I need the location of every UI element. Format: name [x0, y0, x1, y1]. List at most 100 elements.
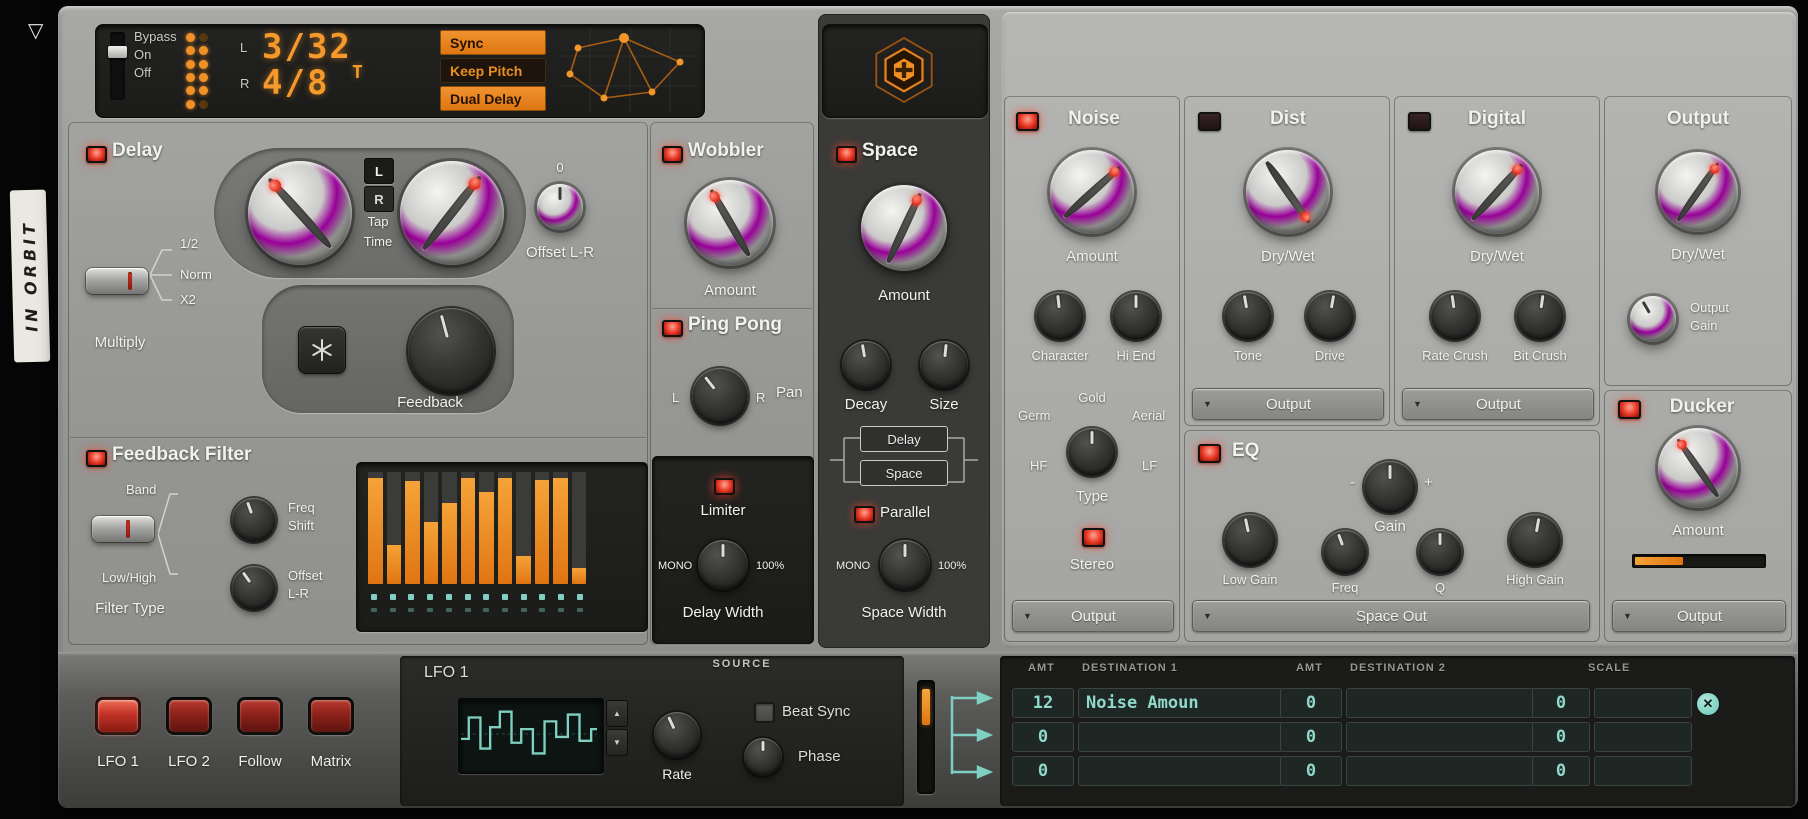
- eq-freq-knob[interactable]: [1323, 530, 1367, 574]
- space-size-knob[interactable]: [920, 341, 968, 389]
- feedback-knob[interactable]: [408, 308, 494, 394]
- feedback-filter-led[interactable]: [86, 450, 107, 467]
- limiter-led[interactable]: [714, 478, 735, 495]
- freq-shift-label-2: Shift: [288, 518, 314, 533]
- matrix-cell-scale-curve[interactable]: [1594, 688, 1692, 718]
- matrix-cell-scale-val[interactable]: 0: [1532, 722, 1590, 752]
- lfo-panel-title: LFO 1: [424, 664, 468, 682]
- drive-knob[interactable]: [1306, 292, 1354, 340]
- collapse-triangle-icon[interactable]: ▽: [28, 18, 43, 43]
- output-drywet-knob[interactable]: [1658, 152, 1738, 232]
- tap-left-button[interactable]: L: [364, 158, 394, 184]
- space-width-knob[interactable]: [880, 540, 930, 590]
- delay-width-max: 100%: [756, 560, 784, 572]
- beat-sync-checkbox[interactable]: [754, 702, 775, 723]
- tab-matrix[interactable]: [308, 697, 354, 735]
- dual-delay-button[interactable]: Dual Delay: [440, 86, 546, 111]
- delay-time-right-knob[interactable]: [400, 161, 504, 265]
- low-gain-knob[interactable]: [1224, 514, 1276, 566]
- eq-q-knob[interactable]: [1418, 530, 1462, 574]
- display-right-value[interactable]: 4/8: [262, 63, 329, 103]
- noise-output-dropdown[interactable]: ▼ Output: [1012, 600, 1174, 632]
- wobbler-led[interactable]: [662, 146, 683, 163]
- stereo-led[interactable]: [1082, 528, 1105, 547]
- display-left-value[interactable]: 3/32: [262, 27, 352, 67]
- matrix-clear-button[interactable]: ✕: [1696, 692, 1720, 716]
- matrix-cell-scale-val[interactable]: 0: [1532, 688, 1590, 718]
- noise-led[interactable]: [1016, 112, 1039, 131]
- delay-width-knob[interactable]: [698, 540, 748, 590]
- parallel-led[interactable]: [854, 506, 875, 523]
- noise-amount-knob[interactable]: [1050, 150, 1134, 234]
- lfo-waveform-display[interactable]: [458, 698, 604, 774]
- space-out-dropdown[interactable]: ▼ Space Out: [1192, 600, 1590, 632]
- matrix-cell-amt1[interactable]: 0: [1012, 722, 1074, 752]
- matrix-cell-amt1[interactable]: 12: [1012, 688, 1074, 718]
- tab-lfo2[interactable]: [166, 697, 212, 735]
- digital-output-dropdown[interactable]: ▼ Output: [1402, 388, 1594, 420]
- ducker-amount-knob[interactable]: [1658, 428, 1738, 508]
- high-gain-knob[interactable]: [1509, 514, 1561, 566]
- matrix-cell-amt2[interactable]: 0: [1280, 756, 1342, 786]
- eq-gain-knob[interactable]: [1364, 461, 1416, 513]
- digital-drywet-knob[interactable]: [1455, 150, 1539, 234]
- freq-shift-knob[interactable]: [232, 498, 276, 542]
- lfo-rate-knob[interactable]: [654, 712, 700, 758]
- eq-minus-label: -: [1350, 474, 1355, 491]
- lfo-phase-knob[interactable]: [744, 738, 782, 776]
- matrix-cell-dest1[interactable]: Noise Amoun: [1078, 688, 1283, 718]
- bypass-switch-handle[interactable]: [108, 46, 127, 58]
- dist-drywet-knob[interactable]: [1246, 150, 1330, 234]
- multiply-bracket: [150, 242, 176, 308]
- digital-led[interactable]: [1408, 112, 1431, 131]
- matrix-cell-scale-val[interactable]: 0: [1532, 756, 1590, 786]
- lfo-shape-up-button[interactable]: ▲: [606, 700, 628, 727]
- dist-output-dropdown[interactable]: ▼ Output: [1192, 388, 1384, 420]
- ping-pong-led[interactable]: [662, 320, 683, 337]
- matrix-cell-dest2[interactable]: [1346, 722, 1535, 752]
- ducker-led[interactable]: [1618, 400, 1641, 419]
- bit-crush-knob[interactable]: [1516, 292, 1564, 340]
- tab-lfo1[interactable]: [95, 697, 141, 735]
- space-led[interactable]: [836, 146, 857, 163]
- pan-knob[interactable]: [692, 368, 748, 424]
- multiply-switch[interactable]: [86, 268, 148, 294]
- noise-type-knob[interactable]: [1068, 428, 1116, 476]
- sync-button[interactable]: Sync: [440, 30, 546, 55]
- space-amount-knob[interactable]: [861, 185, 947, 271]
- tone-knob[interactable]: [1224, 292, 1272, 340]
- hi-end-knob[interactable]: [1112, 292, 1160, 340]
- tab-follow[interactable]: [237, 697, 283, 735]
- delay-offset-knob[interactable]: [537, 184, 583, 230]
- keep-pitch-button[interactable]: Keep Pitch: [440, 58, 546, 83]
- ff-offset-knob[interactable]: [232, 566, 276, 610]
- matrix-cell-scale-curve[interactable]: [1594, 756, 1692, 786]
- eq-led[interactable]: [1198, 444, 1221, 463]
- multiply-norm-label: Norm: [180, 267, 212, 282]
- matrix-cell-dest1[interactable]: [1078, 722, 1283, 752]
- wobbler-amount-knob[interactable]: [687, 180, 773, 266]
- matrix-cell-amt2[interactable]: 0: [1280, 688, 1342, 718]
- ducker-output-dropdown[interactable]: ▼ Output: [1612, 600, 1786, 632]
- matrix-cell-scale-curve[interactable]: [1594, 722, 1692, 752]
- delay-time-left-knob[interactable]: [248, 161, 352, 265]
- freeze-button[interactable]: [298, 326, 346, 374]
- limiter-label: Limiter: [700, 502, 745, 519]
- filter-type-switch[interactable]: [92, 516, 154, 542]
- lfo-amount-slider[interactable]: [917, 680, 935, 794]
- dist-led[interactable]: [1198, 112, 1221, 131]
- matrix-cell-amt1[interactable]: 0: [1012, 756, 1074, 786]
- rate-crush-knob[interactable]: [1431, 292, 1479, 340]
- matrix-cell-dest2[interactable]: [1346, 688, 1535, 718]
- character-knob[interactable]: [1036, 292, 1084, 340]
- matrix-cell-dest1[interactable]: [1078, 756, 1283, 786]
- lfo-shape-down-button[interactable]: ▼: [606, 729, 628, 756]
- space-decay-knob[interactable]: [842, 341, 890, 389]
- delay-led[interactable]: [86, 146, 107, 163]
- matrix-cell-amt2[interactable]: 0: [1280, 722, 1342, 752]
- matrix-cell-dest2[interactable]: [1346, 756, 1535, 786]
- output-gain-knob[interactable]: [1630, 296, 1676, 342]
- bypass-switch[interactable]: [110, 32, 125, 100]
- hi-end-label: Hi End: [1116, 348, 1155, 363]
- tap-right-button[interactable]: R: [364, 186, 394, 212]
